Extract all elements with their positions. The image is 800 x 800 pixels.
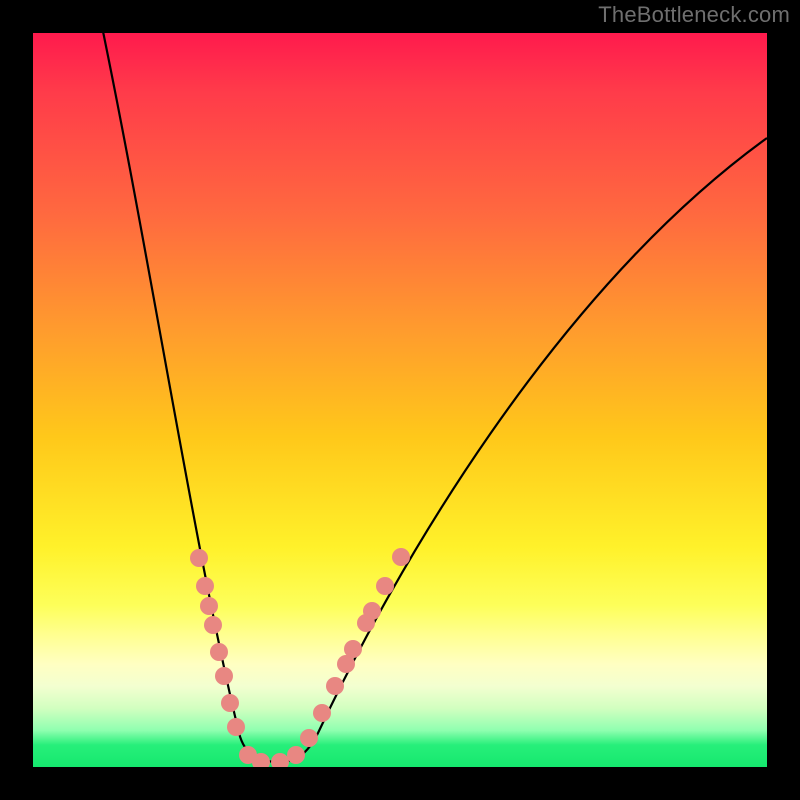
watermark-text: TheBottleneck.com <box>598 2 790 28</box>
datapoint-dot <box>215 667 233 685</box>
datapoint-dot <box>313 704 331 722</box>
viewport-frame: TheBottleneck.com <box>0 0 800 800</box>
datapoint-dot <box>326 677 344 695</box>
datapoint-dot <box>221 694 239 712</box>
datapoint-dot <box>200 597 218 615</box>
datapoint-dot <box>190 549 208 567</box>
datapoint-dot <box>227 718 245 736</box>
plot-area <box>33 33 767 767</box>
datapoint-dot <box>300 729 318 747</box>
datapoint-dot <box>376 577 394 595</box>
datapoint-dot <box>392 548 410 566</box>
datapoint-dot <box>210 643 228 661</box>
datapoint-dot <box>344 640 362 658</box>
datapoint-dot <box>196 577 214 595</box>
bottleneck-curve <box>33 33 767 767</box>
curve-path <box>95 33 767 762</box>
datapoint-dot <box>287 746 305 764</box>
datapoint-dot <box>252 753 270 767</box>
datapoint-dot <box>204 616 222 634</box>
datapoint-dot <box>363 602 381 620</box>
